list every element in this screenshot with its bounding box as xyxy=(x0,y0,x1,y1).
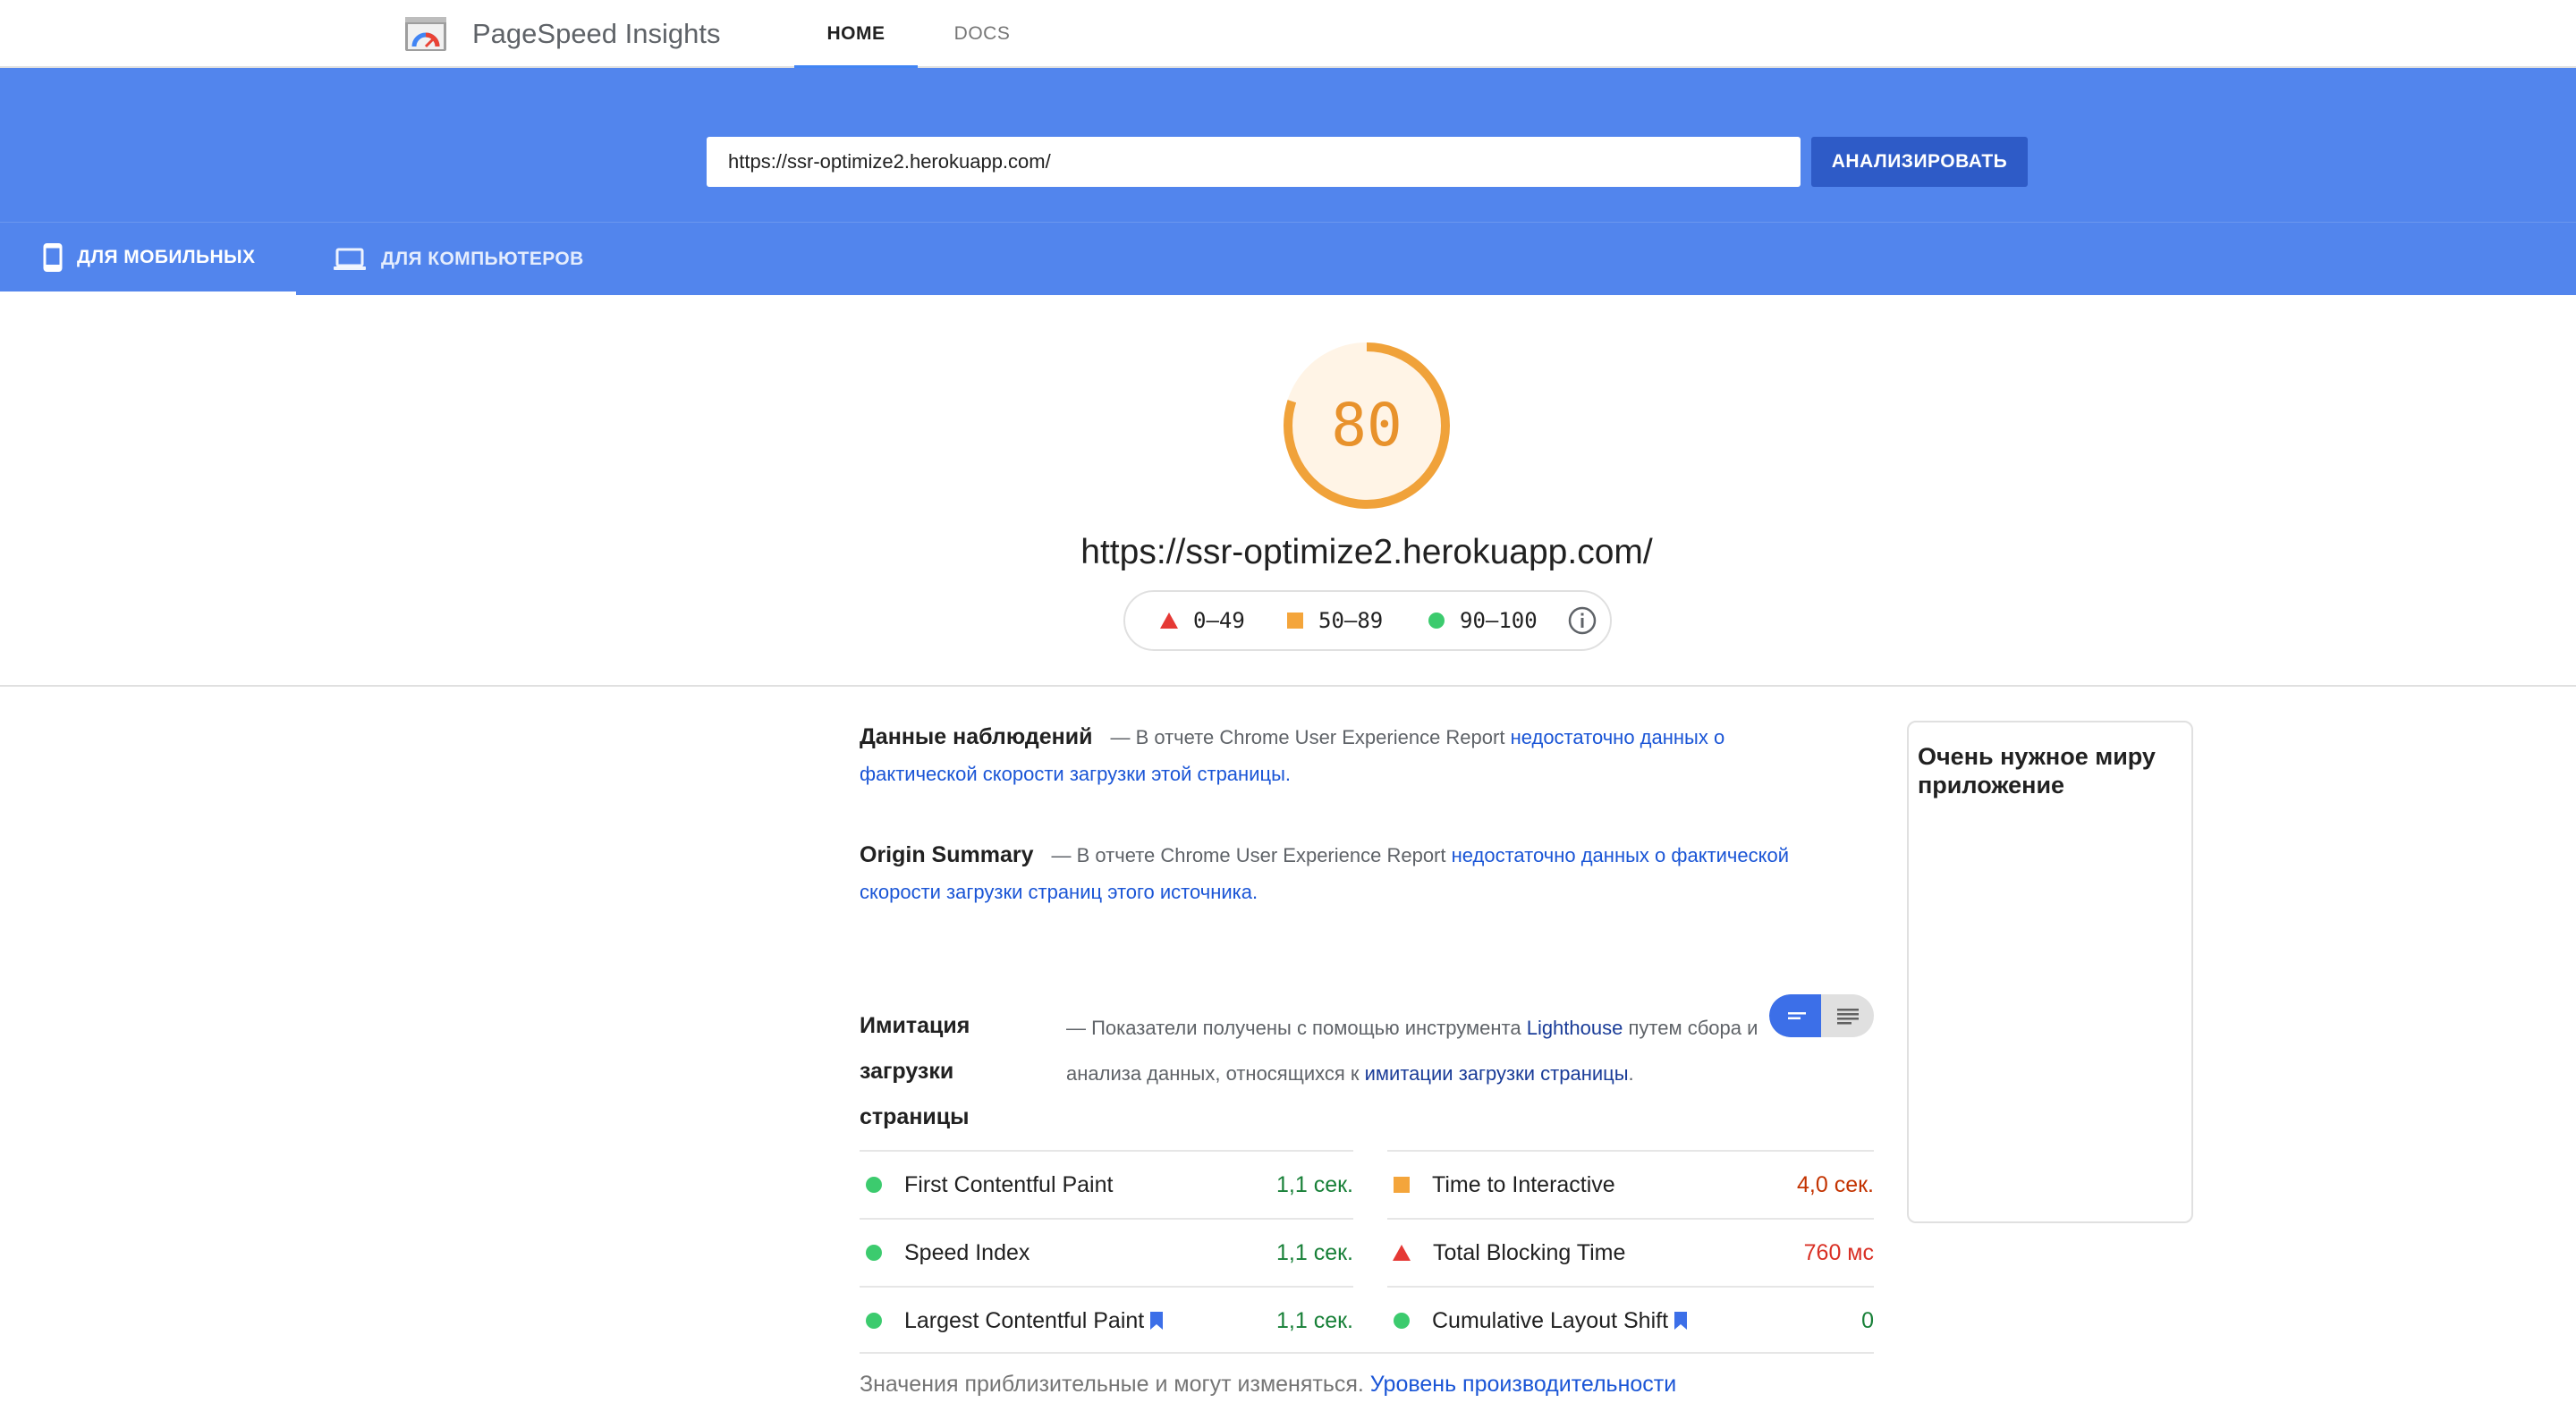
circle-icon xyxy=(866,1177,882,1193)
tab-mobile-label: ДЛЯ МОБИЛЬНЫХ xyxy=(77,246,256,267)
metrics-divider xyxy=(860,1352,1874,1354)
tab-mobile[interactable]: ДЛЯ МОБИЛЬНЫХ xyxy=(0,223,296,296)
lab-data-title: Имитация загрузки страницы xyxy=(860,1013,970,1129)
circle-icon xyxy=(866,1245,882,1261)
metric-lcp: Largest Contentful Paint 1,1 сек. xyxy=(860,1286,1353,1354)
analyze-button[interactable]: АНАЛИЗИРОВАТЬ xyxy=(1811,137,2028,187)
legend-average: 50–89 xyxy=(1286,608,1383,633)
legend-poor-range: 0–49 xyxy=(1193,608,1245,633)
score-value: 80 xyxy=(1331,391,1402,460)
pagespeed-logo-icon[interactable] xyxy=(404,16,447,52)
brand-name: PageSpeed Insights xyxy=(472,18,721,49)
performance-level-link[interactable]: Уровень производительности xyxy=(1370,1372,1676,1397)
metric-value: 760 мс xyxy=(1803,1240,1874,1265)
analyzed-url: https://ssr-optimize2.herokuapp.com/ xyxy=(1080,533,1653,571)
info-icon[interactable] xyxy=(1567,605,1597,636)
bookmark-icon[interactable] xyxy=(1674,1311,1688,1331)
circle-icon xyxy=(1428,613,1445,629)
origin-summary-title: Origin Summary xyxy=(860,842,1034,867)
metric-tbt: Total Blocking Time 760 мс xyxy=(1387,1218,1874,1286)
device-tabs: ДЛЯ МОБИЛЬНЫХ ДЛЯ КОМПЬЮТЕРОВ xyxy=(0,222,2576,296)
compact-view-button[interactable] xyxy=(1769,994,1821,1037)
expanded-view-button[interactable] xyxy=(1821,994,1874,1037)
legend-poor: 0–49 xyxy=(1159,608,1245,633)
metric-tti: Time to Interactive 4,0 сек. xyxy=(1387,1150,1874,1218)
simulation-link[interactable]: имитации загрузки страницы xyxy=(1365,1062,1629,1085)
lighthouse-link[interactable]: Lighthouse xyxy=(1527,1017,1623,1039)
metric-name: First Contentful Paint xyxy=(904,1171,1114,1197)
circle-icon xyxy=(866,1313,882,1329)
laptop-icon xyxy=(334,248,366,270)
metric-name: Largest Contentful Paint xyxy=(904,1307,1145,1333)
score-legend: 0–49 50–89 90–100 xyxy=(1123,590,1612,651)
metric-name: Total Blocking Time xyxy=(1433,1239,1626,1265)
nav-tab-home[interactable]: HOME xyxy=(794,0,918,69)
footnote-text: Значения приблизительные и могут изменят… xyxy=(860,1372,1364,1397)
metric-name: Time to Interactive xyxy=(1432,1171,1615,1197)
origin-summary-section: Origin Summary — В отчете Chrome User Exp… xyxy=(860,837,1812,910)
metric-cls: Cumulative Layout Shift 0 xyxy=(1387,1286,1874,1354)
phone-icon xyxy=(43,242,63,272)
legend-good-range: 90–100 xyxy=(1460,608,1538,633)
lab-data-suffix: . xyxy=(1628,1062,1634,1085)
app-preview-title: Очень нужное миру приложение xyxy=(1918,743,2156,798)
metric-speed-index: Speed Index 1,1 сек. xyxy=(860,1218,1353,1286)
section-divider xyxy=(0,685,2576,687)
expanded-list-icon xyxy=(1837,1009,1859,1025)
bookmark-icon[interactable] xyxy=(1149,1311,1164,1331)
metric-value: 0 xyxy=(1861,1308,1874,1333)
square-icon xyxy=(1287,613,1303,629)
field-data-title: Данные наблюдений xyxy=(860,724,1093,749)
origin-summary-prefix: — В отчете Chrome User Experience Report xyxy=(1051,844,1446,866)
lab-data-prefix: — Показатели получены с помощью инструме… xyxy=(1066,1017,1521,1039)
top-bar: PageSpeed Insights HOME DOCS xyxy=(0,0,2576,69)
compact-list-icon xyxy=(1788,1012,1806,1019)
legend-average-range: 50–89 xyxy=(1318,608,1384,633)
legend-good: 90–100 xyxy=(1428,608,1538,633)
metric-value: 1,1 сек. xyxy=(1276,1240,1353,1265)
view-toggle xyxy=(1769,994,1874,1037)
lab-data-description: — Показатели получены с помощью инструме… xyxy=(1066,1005,1773,1096)
tab-desktop-label: ДЛЯ КОМПЬЮТЕРОВ xyxy=(381,249,584,269)
triangle-icon xyxy=(1160,613,1178,629)
footnote: Значения приблизительные и могут изменят… xyxy=(860,1372,1676,1398)
url-input[interactable] xyxy=(707,137,1801,187)
metric-value: 1,1 сек. xyxy=(1276,1172,1353,1197)
nav-tab-docs[interactable]: DOCS xyxy=(927,0,1038,68)
square-icon xyxy=(1394,1177,1410,1193)
metric-fcp: First Contentful Paint 1,1 сек. xyxy=(860,1150,1353,1218)
tab-desktop[interactable]: ДЛЯ КОМПЬЮТЕРОВ xyxy=(333,223,619,296)
field-data-prefix: — В отчете Chrome User Experience Report xyxy=(1110,726,1505,748)
app-preview-card: Очень нужное миру приложение xyxy=(1907,721,2193,1223)
field-data-section: Данные наблюдений — В отчете Chrome User … xyxy=(860,719,1772,792)
metric-name: Cumulative Layout Shift xyxy=(1432,1307,1669,1333)
triangle-icon xyxy=(1393,1245,1411,1261)
metric-name: Speed Index xyxy=(904,1239,1030,1265)
metric-value: 4,0 сек. xyxy=(1797,1172,1874,1197)
metric-value: 1,1 сек. xyxy=(1276,1308,1353,1333)
circle-icon xyxy=(1394,1313,1410,1329)
search-band: АНАЛИЗИРОВАТЬ ДЛЯ МОБИЛЬНЫХ ДЛЯ КОМПЬЮТЕ… xyxy=(0,68,2576,296)
